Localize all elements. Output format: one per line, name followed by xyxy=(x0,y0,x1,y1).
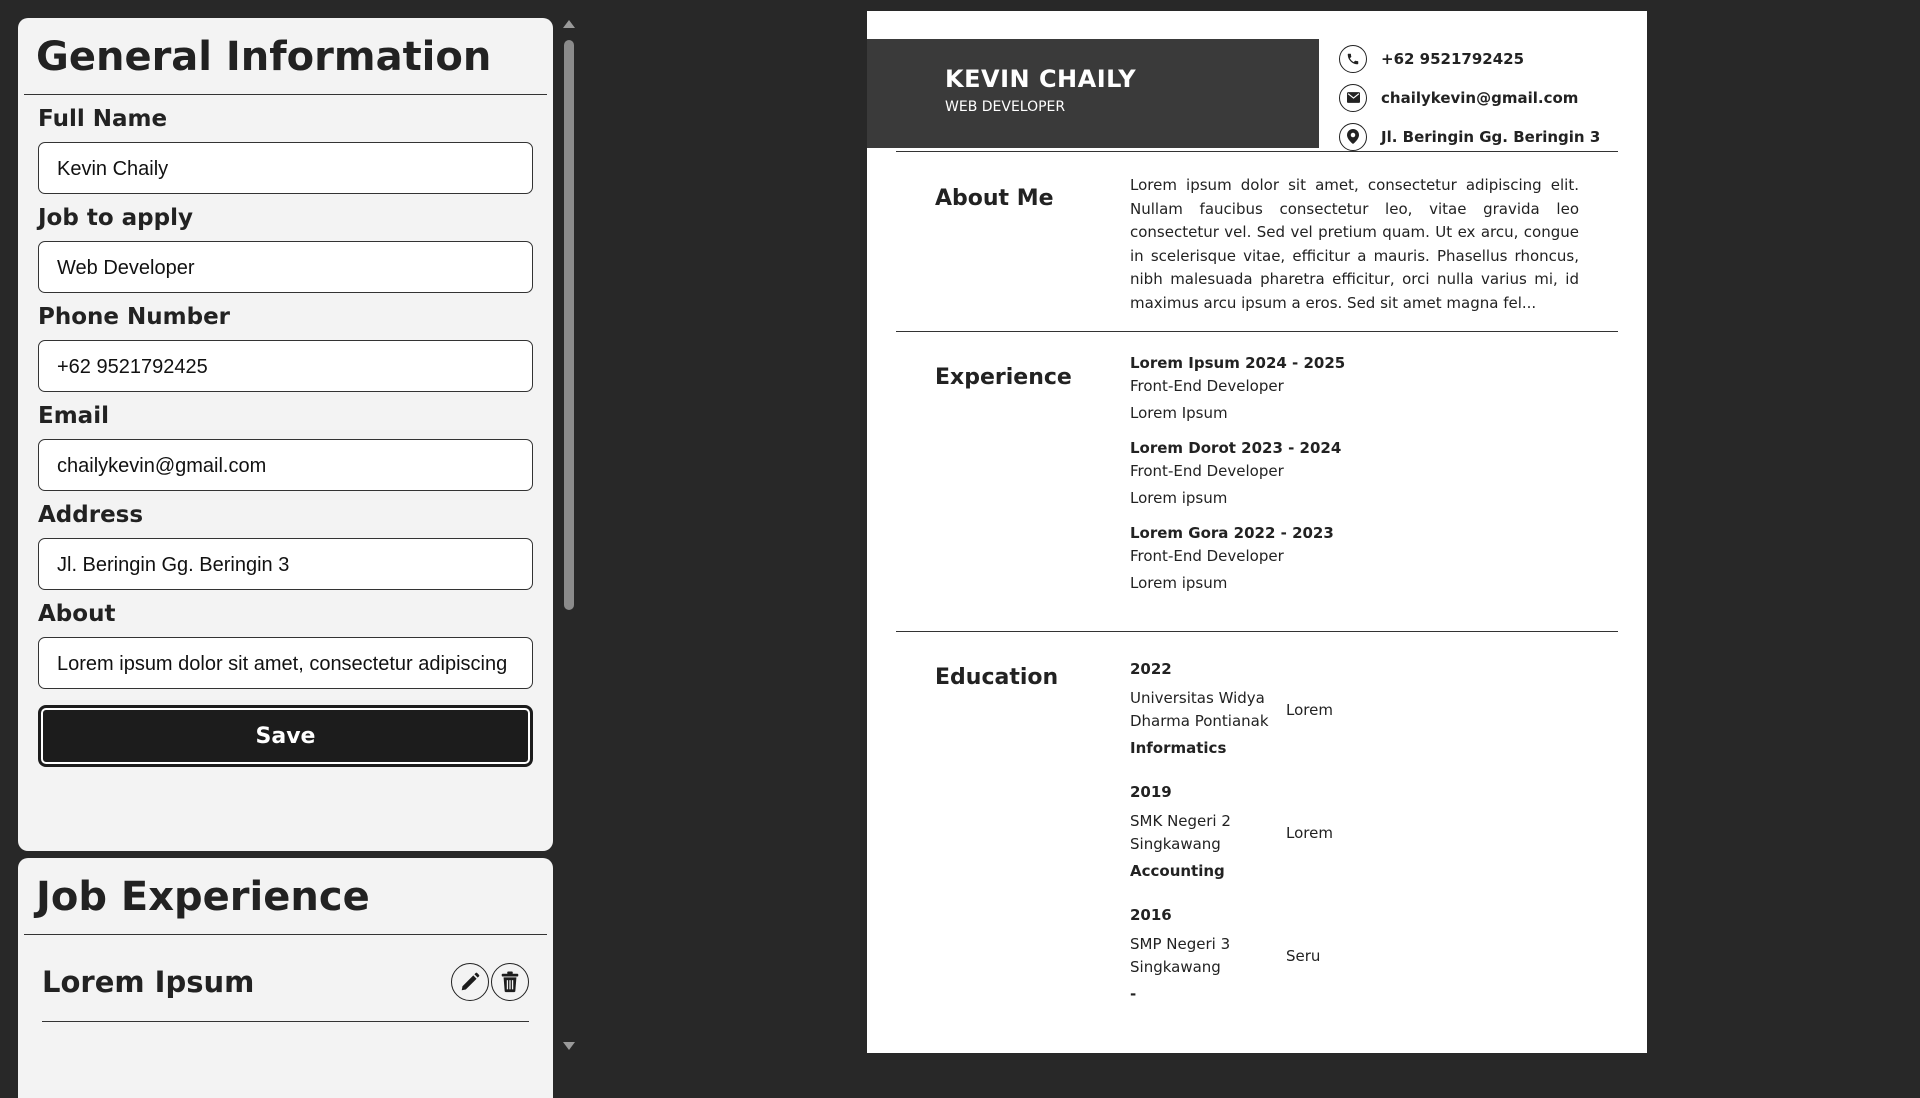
education-grade: Lorem xyxy=(1286,701,1333,719)
contact-phone: +62 9521792425 xyxy=(1339,39,1600,78)
experience-item-heading: Lorem Dorot 2023 - 2024 xyxy=(1130,439,1342,457)
scroll-down-arrow-icon[interactable] xyxy=(563,1042,575,1050)
scroll-up-arrow-icon[interactable] xyxy=(563,20,575,28)
address-field-group: Address Jl. Beringin Gg. Beringin 3 xyxy=(18,502,553,590)
phone-number-label: Phone Number xyxy=(38,304,231,330)
address-label: Address xyxy=(38,502,144,528)
editor-panel: General Information Full Name Kevin Chai… xyxy=(0,0,580,1098)
about-me-title: About Me xyxy=(935,186,1054,211)
experience-item-description: Lorem Ipsum xyxy=(1130,404,1228,422)
location-pin-icon xyxy=(1339,122,1367,151)
education-year: 2016 xyxy=(1130,906,1172,924)
about-me-text: Lorem ipsum dolor sit amet, consectetur … xyxy=(1130,176,1579,312)
resume-name-block: KEVIN CHAILY WEB DEVELOPER xyxy=(867,39,1319,148)
job-experience-card: Job Experience Lorem Ipsum xyxy=(18,858,553,1098)
experience-section: Experience Lorem Ipsum 2024 - 2025 Front… xyxy=(896,331,1618,631)
resume-preview: KEVIN CHAILY WEB DEVELOPER +62 952179242… xyxy=(867,11,1647,1053)
job-to-apply-label: Job to apply xyxy=(38,205,193,231)
experience-item-heading: Lorem Gora 2022 - 2023 xyxy=(1130,524,1334,542)
contact-email-text: chailykevin@gmail.com xyxy=(1381,88,1579,107)
full-name-field-group: Full Name Kevin Chaily xyxy=(18,106,553,194)
education-year: 2019 xyxy=(1130,783,1172,801)
email-field-group: Email chailykevin@gmail.com xyxy=(18,403,553,491)
education-title: Education xyxy=(935,665,1059,690)
education-school: SMP Negeri 3 Singkawang xyxy=(1130,935,1231,976)
education-grade: Lorem xyxy=(1286,824,1333,842)
resume-name: KEVIN CHAILY xyxy=(945,65,1137,93)
trash-icon xyxy=(501,971,519,993)
about-me-section: About Me Lorem ipsum dolor sit amet, con… xyxy=(896,151,1618,331)
job-experience-item: Lorem Ipsum xyxy=(42,935,529,1022)
phone-number-input[interactable]: +62 9521792425 xyxy=(38,340,533,392)
pencil-icon xyxy=(461,972,480,991)
experience-item: Lorem Gora 2022 - 2023 Front-End Develop… xyxy=(1130,524,1579,592)
experience-item-description: Lorem ipsum xyxy=(1130,574,1228,592)
general-information-title: General Information xyxy=(24,18,547,95)
scrollbar-thumb[interactable] xyxy=(564,40,574,610)
job-to-apply-input[interactable]: Web Developer xyxy=(38,241,533,293)
about-label: About xyxy=(38,601,116,627)
education-year: 2022 xyxy=(1130,660,1172,678)
resume-header: KEVIN CHAILY WEB DEVELOPER +62 952179242… xyxy=(867,11,1647,151)
about-input[interactable]: Lorem ipsum dolor sit amet, consectetur … xyxy=(38,637,533,689)
contact-email: chailykevin@gmail.com xyxy=(1339,78,1600,117)
contact-address: Jl. Beringin Gg. Beringin 3 xyxy=(1339,117,1600,156)
about-field-group: About Lorem ipsum dolor sit amet, consec… xyxy=(18,601,553,689)
experience-item-description: Lorem ipsum xyxy=(1130,489,1228,507)
full-name-input[interactable]: Kevin Chaily xyxy=(38,142,533,194)
resume-job-title: WEB DEVELOPER xyxy=(945,99,1066,115)
education-major: Accounting xyxy=(1130,862,1225,880)
experience-item: Lorem Dorot 2023 - 2024 Front-End Develo… xyxy=(1130,439,1579,507)
edit-job-button[interactable] xyxy=(451,963,489,1001)
education-section: Education 2022 Universitas Widya Dharma … xyxy=(896,631,1618,1029)
resume-contacts: +62 9521792425 chailykevin@gmail.com Jl.… xyxy=(1339,39,1600,156)
education-item: 2016 SMP Negeri 3 Singkawang Seru - xyxy=(1130,906,1579,1003)
education-school: Universitas Widya Dharma Pontianak xyxy=(1130,689,1269,730)
education-item: 2019 SMK Negeri 2 Singkawang Lorem Accou… xyxy=(1130,783,1579,880)
contact-address-text: Jl. Beringin Gg. Beringin 3 xyxy=(1381,127,1601,146)
education-major: Informatics xyxy=(1130,739,1227,757)
education-item: 2022 Universitas Widya Dharma Pontianak … xyxy=(1130,660,1579,757)
experience-item: Lorem Ipsum 2024 - 2025 Front-End Develo… xyxy=(1130,354,1579,422)
contact-phone-text: +62 9521792425 xyxy=(1381,49,1525,68)
job-to-apply-field-group: Job to apply Web Developer xyxy=(18,205,553,293)
job-item-actions xyxy=(451,963,529,1001)
phone-number-field-group: Phone Number +62 9521792425 xyxy=(18,304,553,392)
save-button[interactable]: Save xyxy=(38,705,533,767)
education-grade: Seru xyxy=(1286,947,1321,965)
email-label: Email xyxy=(38,403,109,429)
experience-title: Experience xyxy=(935,365,1072,390)
education-school: SMK Negeri 2 Singkawang xyxy=(1130,812,1231,853)
job-experience-title: Job Experience xyxy=(24,858,547,935)
experience-item-role: Front-End Developer xyxy=(1130,377,1284,395)
email-input[interactable]: chailykevin@gmail.com xyxy=(38,439,533,491)
address-input[interactable]: Jl. Beringin Gg. Beringin 3 xyxy=(38,538,533,590)
delete-job-button[interactable] xyxy=(491,963,529,1001)
experience-item-heading: Lorem Ipsum 2024 - 2025 xyxy=(1130,354,1346,372)
general-information-card: General Information Full Name Kevin Chai… xyxy=(18,18,553,851)
experience-item-role: Front-End Developer xyxy=(1130,462,1284,480)
experience-item-role: Front-End Developer xyxy=(1130,547,1284,565)
job-experience-item-title: Lorem Ipsum xyxy=(42,965,255,999)
education-major: - xyxy=(1130,985,1137,1003)
editor-scrollbar[interactable] xyxy=(559,14,579,1056)
full-name-label: Full Name xyxy=(38,106,168,132)
envelope-icon xyxy=(1339,83,1367,112)
phone-icon xyxy=(1339,44,1367,73)
